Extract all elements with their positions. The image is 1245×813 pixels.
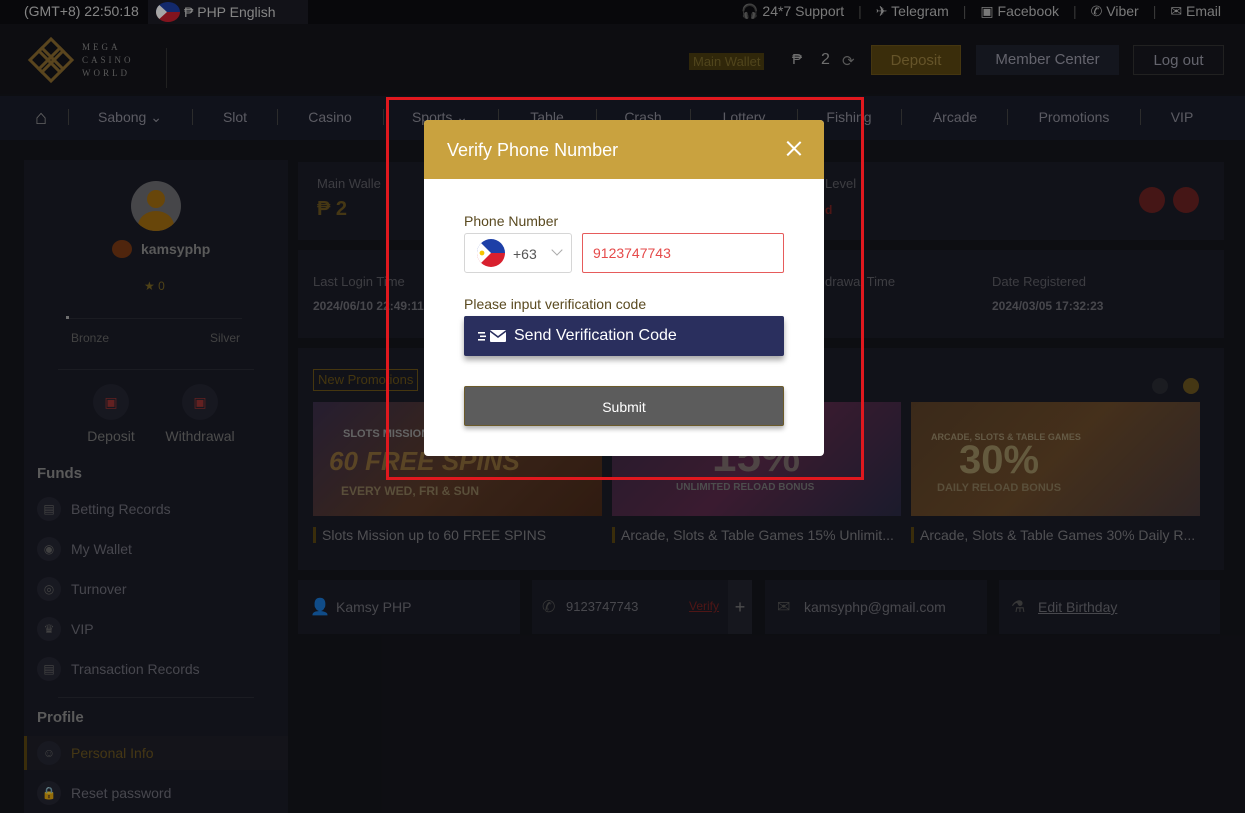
chevron-down-icon	[551, 244, 563, 256]
close-icon[interactable]	[786, 140, 802, 156]
modal-title: Verify Phone Number	[447, 140, 619, 160]
phone-number-label: Phone Number	[464, 213, 559, 229]
country-code-select[interactable]: +63	[464, 233, 572, 273]
phone-input[interactable]	[582, 233, 784, 273]
modal-header: Verify Phone Number	[424, 120, 824, 179]
verification-code-label: Please input verification code	[464, 296, 647, 312]
verify-phone-modal: Verify Phone Number Phone Number +63 Ple…	[424, 120, 824, 456]
ph-flag-icon	[477, 239, 505, 267]
country-code: +63	[513, 246, 537, 262]
send-label: Send Verification Code	[514, 327, 677, 344]
send-verification-code-button[interactable]: Send Verification Code	[464, 316, 784, 356]
send-mail-icon	[478, 330, 507, 342]
submit-button[interactable]: Submit	[464, 386, 784, 426]
